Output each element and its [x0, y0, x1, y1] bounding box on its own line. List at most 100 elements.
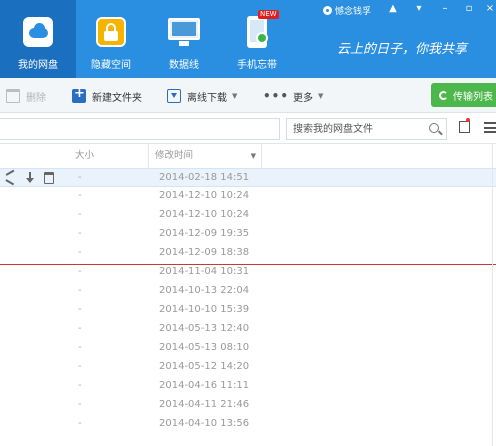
nav-label: 我的网盘	[18, 60, 58, 71]
cloud-drive-icon	[20, 14, 56, 50]
path-bar[interactable]	[0, 118, 280, 140]
file-modified: 2014-04-16 11:11	[159, 380, 250, 391]
file-row[interactable]: - 2014-05-12 14:20	[0, 358, 496, 377]
row-actions	[6, 171, 62, 184]
file-size: -	[78, 190, 82, 201]
file-modified: 2014-05-12 14:20	[159, 361, 250, 372]
nav-label: 数据线	[169, 60, 199, 71]
file-modified: 2014-04-10 13:56	[159, 418, 250, 429]
nav-my-drive[interactable]: 我的网盘	[0, 0, 76, 78]
file-row[interactable]: - 2014-11-04 10:31	[0, 263, 496, 282]
file-row[interactable]: - 2014-12-10 10:24	[0, 206, 496, 225]
file-row[interactable]: - 2014-12-09 18:38	[0, 244, 496, 263]
new-folder-button[interactable]: 新建文件夹	[72, 86, 142, 105]
file-row[interactable]: - 2014-12-10 10:24	[0, 187, 496, 206]
search-input[interactable]	[287, 119, 422, 139]
file-size: -	[78, 323, 82, 334]
monitor-phone-icon	[166, 14, 202, 50]
close-icon[interactable]: ×	[482, 2, 496, 16]
divider-line	[0, 264, 496, 265]
offline-download-label: 离线下载	[187, 92, 227, 104]
file-size: -	[78, 247, 82, 258]
file-modified: 2014-12-09 18:38	[159, 247, 250, 258]
search-icon[interactable]	[429, 123, 439, 133]
new-badge: NEW	[258, 10, 279, 19]
transfer-list-label: 传输列表	[453, 91, 493, 103]
share-icon[interactable]	[6, 171, 17, 184]
file-size: -	[78, 380, 82, 391]
file-size: -	[78, 342, 82, 353]
delete-button[interactable]: 删除	[6, 87, 46, 105]
phone-icon: NEW	[239, 10, 279, 50]
offline-download-button[interactable]: 离线下载 ▼	[167, 87, 237, 105]
maximize-icon[interactable]: ▫	[461, 2, 477, 16]
new-folder-icon	[72, 86, 86, 103]
modified-header-label: 修改时间	[155, 150, 194, 161]
download-icon[interactable]	[25, 171, 36, 184]
file-row[interactable]: - 2014-04-16 11:11	[0, 377, 496, 396]
column-header-modified[interactable]: 修改时间 ▼	[149, 144, 262, 168]
menu-icon[interactable]: ▾	[411, 2, 427, 16]
transfer-icon	[439, 90, 448, 100]
transfer-list-button[interactable]: 传输列表	[431, 83, 496, 107]
file-list: - 2014-02-18 14:51 - 2014-12-10 10:24 - …	[0, 168, 496, 434]
sort-down-icon: ▼	[250, 152, 256, 160]
file-row[interactable]: - 2014-05-13 12:40	[0, 320, 496, 339]
file-row[interactable]: - 2014-04-11 21:46	[0, 396, 496, 415]
search-row	[0, 114, 496, 144]
delete-icon[interactable]	[44, 171, 54, 184]
file-row[interactable]: - 2014-02-18 14:51	[0, 168, 496, 187]
file-row[interactable]: - 2014-10-10 15:39	[0, 301, 496, 320]
size-header-label: 大小	[75, 150, 95, 161]
column-header-size[interactable]: 大小	[69, 144, 149, 168]
file-modified: 2014-12-10 10:24	[159, 209, 250, 220]
file-modified: 2014-12-10 10:24	[159, 190, 250, 201]
file-modified: 2014-02-18 14:51	[159, 172, 250, 183]
file-size: -	[78, 266, 82, 277]
file-size: -	[78, 172, 82, 183]
user-icon	[323, 6, 332, 15]
file-modified: 2014-10-13 22:04	[159, 285, 250, 296]
user-menu[interactable]: 憾念钱孚	[323, 4, 371, 17]
thumbnail-view-icon[interactable]	[459, 118, 470, 133]
file-size: -	[78, 418, 82, 429]
file-size: -	[78, 228, 82, 239]
more-button[interactable]: ••• 更多 ▼	[263, 87, 323, 105]
column-divider	[492, 144, 493, 446]
nav-phone-forgot[interactable]: NEW 手机忘带	[219, 0, 295, 78]
bell-icon[interactable]: ▲	[385, 2, 401, 16]
file-row[interactable]: - 2014-05-13 08:10	[0, 339, 496, 358]
nav-hidden-space[interactable]: 隐藏空间	[73, 0, 149, 78]
toolbar: 删除 新建文件夹 离线下载 ▼ ••• 更多 ▼ 传输列表	[0, 78, 496, 113]
file-modified: 2014-04-11 21:46	[159, 399, 250, 410]
list-view-icon[interactable]	[484, 122, 496, 133]
file-size: -	[78, 399, 82, 410]
file-modified: 2014-10-10 15:39	[159, 304, 250, 315]
more-icon: •••	[263, 89, 290, 103]
nav-data-cable[interactable]: 数据线	[146, 0, 222, 78]
user-name: 憾念钱孚	[335, 7, 372, 17]
new-folder-label: 新建文件夹	[92, 92, 142, 104]
file-modified: 2014-11-04 10:31	[159, 266, 250, 277]
chevron-down-icon: ▼	[318, 92, 324, 100]
file-size: -	[78, 209, 82, 220]
file-modified: 2014-05-13 12:40	[159, 323, 250, 334]
file-size: -	[78, 361, 82, 372]
file-size: -	[78, 304, 82, 315]
minimize-icon[interactable]: –	[437, 2, 453, 16]
chevron-down-icon: ▼	[232, 92, 238, 100]
file-modified: 2014-05-13 08:10	[159, 342, 250, 353]
file-row[interactable]: - 2014-10-13 22:04	[0, 282, 496, 301]
lock-icon	[93, 14, 129, 50]
file-row[interactable]: - 2014-12-09 19:35	[0, 225, 496, 244]
trash-icon	[6, 89, 20, 103]
nav-label: 隐藏空间	[91, 60, 131, 71]
file-row[interactable]: - 2014-04-10 13:56	[0, 415, 496, 434]
download-icon	[167, 89, 181, 103]
search-box	[286, 118, 447, 140]
file-size: -	[78, 285, 82, 296]
nav-label: 手机忘带	[237, 60, 277, 71]
more-label: 更多	[293, 92, 314, 104]
tagline: 云上的日子，你我共享	[337, 42, 468, 57]
delete-label: 删除	[26, 92, 46, 104]
